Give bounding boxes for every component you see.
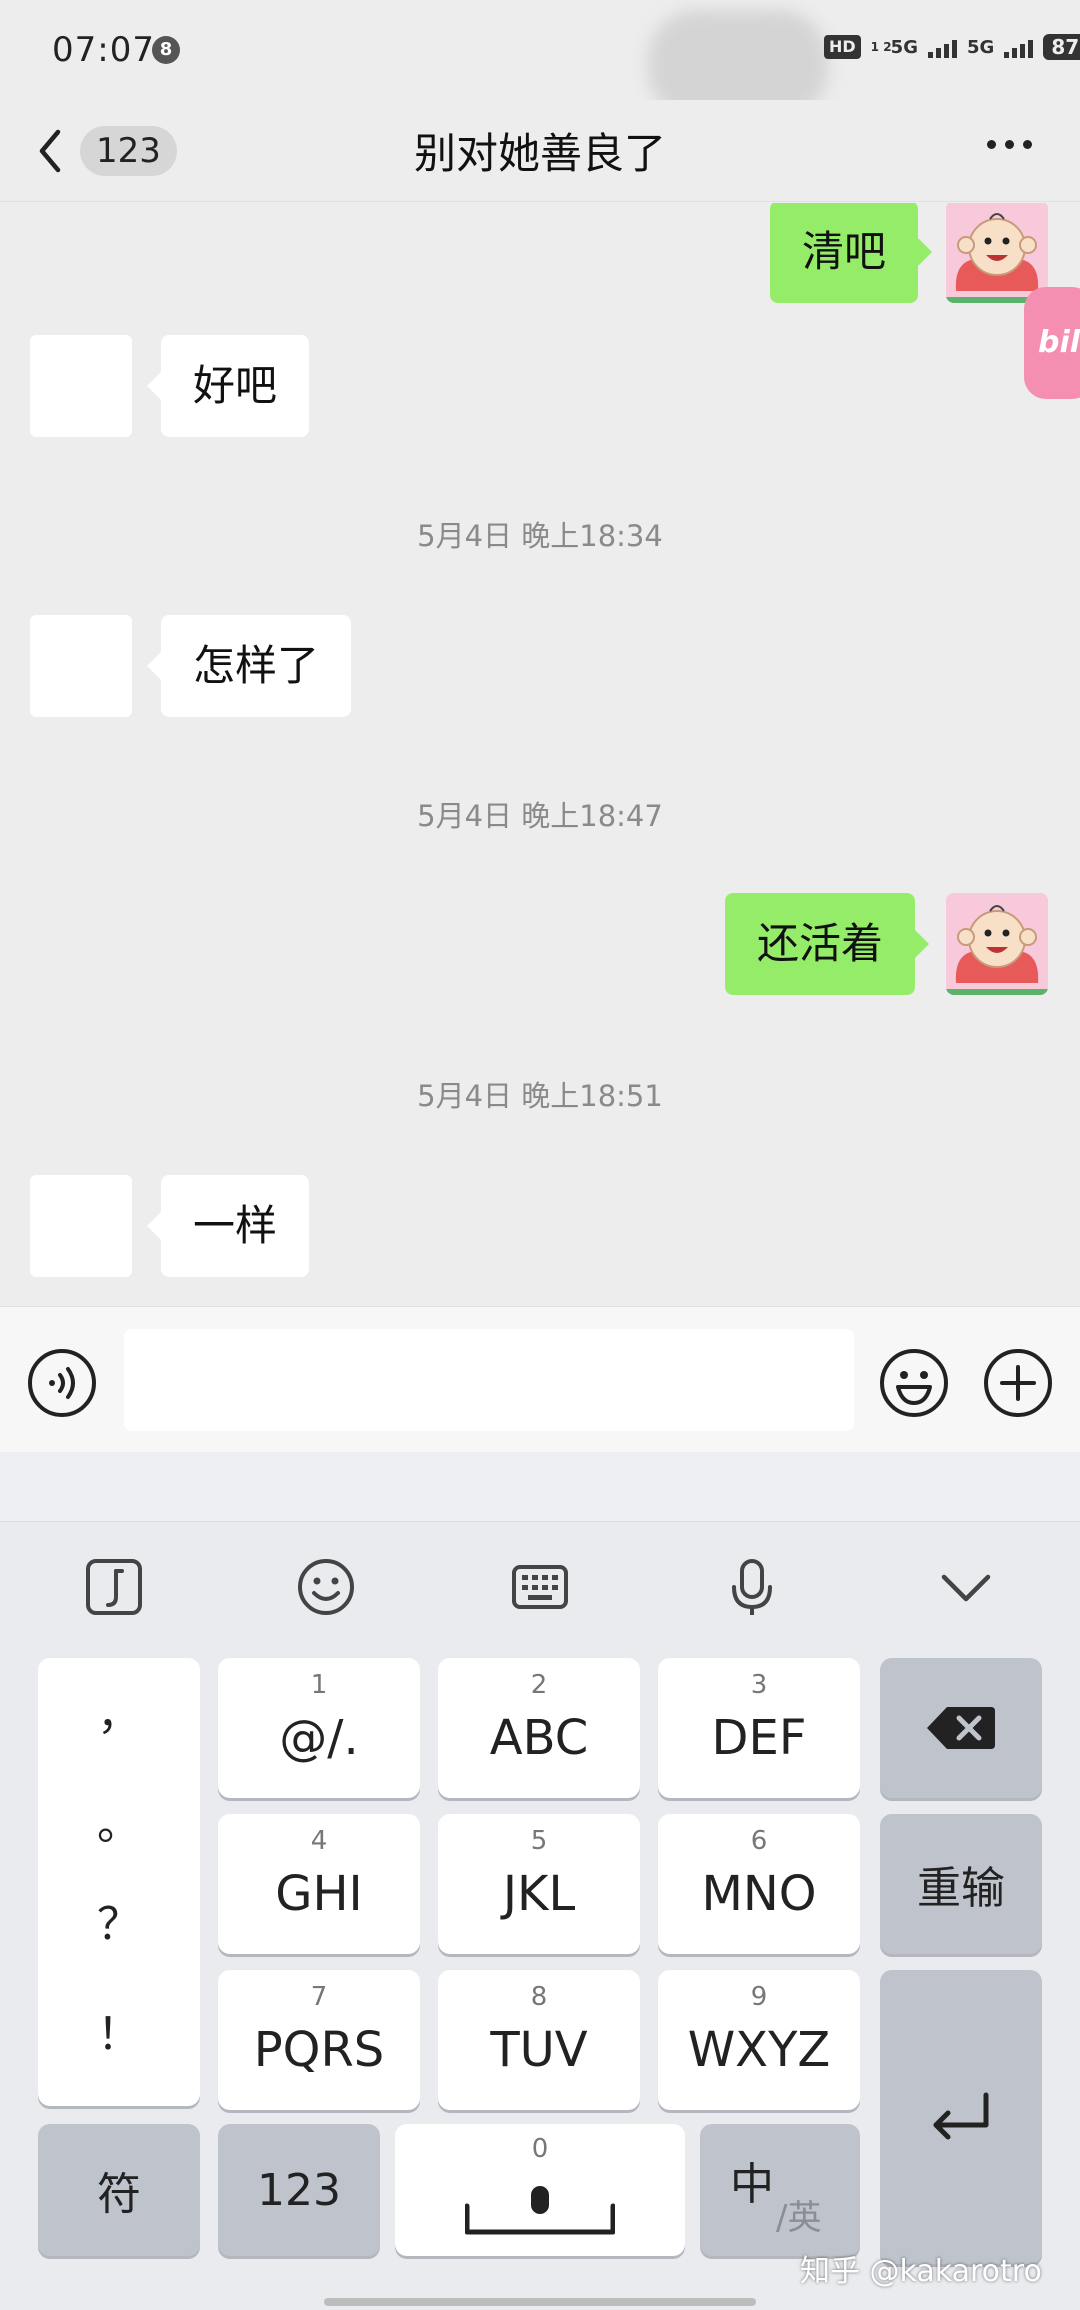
floating-bilibili-tab[interactable]: bili	[1024, 287, 1080, 399]
keyboard-top-strip	[0, 1452, 1080, 1522]
enter-return-icon	[933, 2092, 989, 2140]
key-5[interactable]: 5 JKL	[438, 1814, 640, 1954]
notification-count-badge: 8	[152, 36, 180, 64]
punct-exclaim[interactable]: ！	[38, 1998, 200, 2062]
language-switch-key[interactable]: 中 /英	[700, 2124, 860, 2256]
sim-slot-label: 1 2	[870, 40, 892, 54]
lang-main-label: 中	[730, 2159, 774, 2210]
chat-header: 123 别对她善良了	[0, 100, 1080, 202]
ime-keyboard: ， 。 ？ ！ 1 @/. 2 ABC 3 DEF 4 GHI 5 JKL 6	[0, 1452, 1080, 2310]
emoji-face-icon[interactable]	[294, 1555, 358, 1619]
message-list[interactable]: 清吧 好吧 5月4日 晚上18:34 怎样了 5月4日 晚上18:47 还活着	[0, 203, 1080, 1305]
received-message-bubble[interactable]: 怎样了	[146, 615, 352, 717]
message-timestamp: 5月4日 晚上18:34	[417, 519, 663, 553]
battery-icon: 87	[1043, 34, 1080, 60]
network-type-1: 5G	[890, 36, 918, 58]
signal-strength-icon	[1004, 36, 1034, 58]
message-timestamp: 5月4日 晚上18:51	[417, 1079, 663, 1113]
network-type-2: 5G	[966, 36, 995, 58]
symbol-key[interactable]: 符	[38, 2124, 200, 2256]
key-4[interactable]: 4 GHI	[218, 1814, 420, 1954]
my-avatar[interactable]	[946, 893, 1048, 995]
collapse-chevron-icon[interactable]	[934, 1555, 998, 1619]
space-mic-icon	[465, 2186, 615, 2235]
numbers-key[interactable]: 123	[218, 2124, 380, 2256]
keyboard-icon[interactable]	[508, 1555, 572, 1619]
key-9[interactable]: 9 WXYZ	[658, 1970, 860, 2110]
more-options-button[interactable]	[987, 140, 1032, 149]
enter-key[interactable]	[880, 1970, 1042, 2264]
zhihu-watermark: 知乎 @kakarotro	[800, 2254, 1042, 2289]
key-3[interactable]: 3 DEF	[658, 1658, 860, 1798]
music-note-icon[interactable]	[82, 1555, 146, 1619]
cartoon-avatar-icon	[946, 893, 1048, 995]
home-indicator[interactable]	[324, 2298, 756, 2306]
backspace-key[interactable]	[880, 1658, 1042, 1798]
contact-avatar[interactable]	[30, 615, 132, 717]
backspace-icon	[927, 1707, 995, 1749]
punct-comma[interactable]: ，	[38, 1678, 200, 1742]
status-icons: HD 1 2 5G 5G 87	[824, 34, 1080, 60]
microphone-icon[interactable]	[720, 1555, 784, 1619]
punctuation-column[interactable]: ， 。 ？ ！	[38, 1658, 200, 2106]
received-message-bubble[interactable]: 一样	[146, 1175, 310, 1277]
chat-title: 别对她善良了	[413, 129, 666, 178]
key-1[interactable]: 1 @/.	[218, 1658, 420, 1798]
sent-message-bubble[interactable]: 还活着	[725, 893, 930, 995]
keyboard-toolbar	[0, 1523, 1080, 1653]
message-timestamp: 5月4日 晚上18:47	[417, 799, 663, 833]
contact-avatar[interactable]	[30, 335, 132, 437]
key-8[interactable]: 8 TUV	[438, 1970, 640, 2110]
received-message-bubble[interactable]: 好吧	[146, 335, 310, 437]
voice-input-icon[interactable]	[26, 1347, 98, 1419]
status-time: 07:07	[52, 30, 155, 70]
key-2[interactable]: 2 ABC	[438, 1658, 640, 1798]
punct-question[interactable]: ？	[38, 1888, 200, 1952]
sent-message-bubble[interactable]: 清吧	[770, 203, 933, 303]
message-input-bar	[0, 1306, 1080, 1452]
my-avatar[interactable]	[946, 203, 1048, 303]
message-text-field[interactable]	[124, 1329, 854, 1431]
battery-level: 87	[1043, 34, 1080, 60]
space-key[interactable]: 0	[395, 2124, 685, 2256]
signal-strength-icon	[927, 36, 957, 58]
reinput-key[interactable]: 重输	[880, 1814, 1042, 1954]
key-7[interactable]: 7 PQRS	[218, 1970, 420, 2110]
add-attachment-icon[interactable]	[982, 1347, 1054, 1419]
more-dots-icon	[987, 140, 996, 149]
contact-avatar[interactable]	[30, 1175, 132, 1277]
lang-alt-label: /英	[776, 2198, 822, 2238]
emoji-icon[interactable]	[878, 1347, 950, 1419]
punct-period[interactable]: 。	[38, 1788, 200, 1852]
status-bar: 07:07 8 HD 1 2 5G 5G 87	[0, 0, 1080, 120]
key-6[interactable]: 6 MNO	[658, 1814, 860, 1954]
hd-voice-icon: HD	[824, 35, 861, 59]
cartoon-avatar-icon	[946, 203, 1048, 303]
